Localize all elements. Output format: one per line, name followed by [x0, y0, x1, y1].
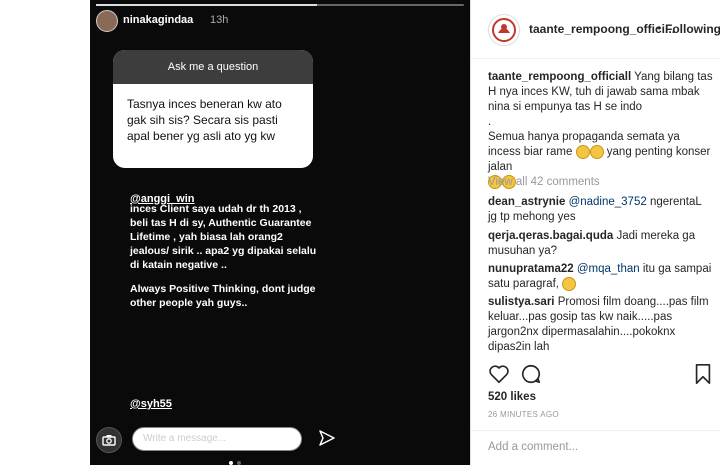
emoji-icon [575, 145, 590, 159]
comment-username[interactable]: qerja.qeras.bagai.quda [488, 230, 613, 242]
caption-username[interactable]: taante_rempoong_officiall [488, 71, 631, 83]
story-panel: ninakagindaa 13h Ask me a question Tasny… [90, 0, 470, 465]
comment: qerja.qeras.bagai.quda Jadi mereka ga mu… [488, 229, 713, 259]
likes-count[interactable]: 520 likes [488, 391, 536, 403]
post-header: taante_rempoong_offici... • Following [471, 0, 720, 59]
story-progress-bar [96, 4, 464, 6]
comment-icon[interactable] [520, 363, 542, 385]
comment-mention[interactable]: @mqa_than [577, 263, 640, 275]
story-avatar[interactable] [96, 10, 118, 32]
comment: dean_astrynie @nadine_3752 ngerentaL jg … [488, 195, 713, 225]
post-caption: taante_rempoong_officiall Yang bilang ta… [488, 70, 713, 190]
post-time: 26 MINUTES AGO [488, 410, 559, 419]
comment: sulistya.sari Promosi film doang....pas … [488, 295, 713, 355]
emoji-icon [562, 277, 577, 291]
camera-icon[interactable] [96, 427, 122, 453]
message-input[interactable] [132, 427, 302, 451]
comment-username[interactable]: nunupratama22 [488, 263, 574, 275]
view-all-comments[interactable]: View all 42 comments [488, 176, 600, 188]
following-button[interactable]: Following [665, 22, 720, 36]
story-footer [90, 425, 470, 455]
story-reply: inces Client saya udah dr th 2013 , beli… [130, 202, 320, 320]
comment: nunupratama22 @mqa_than itu ga sampai sa… [488, 262, 713, 292]
send-icon[interactable] [318, 429, 336, 452]
comment-divider [471, 430, 720, 431]
post-actions [488, 363, 713, 385]
reply-paragraph: Always Positive Thinking, dont judge oth… [130, 283, 316, 309]
story-time: 13h [210, 14, 229, 26]
account-name[interactable]: taante_rempoong_offici... [529, 22, 675, 36]
emoji-icon [589, 145, 604, 159]
add-comment-input[interactable]: Add a comment... [488, 441, 578, 453]
heart-icon[interactable] [488, 363, 510, 385]
comment-username[interactable]: dean_astrynie [488, 196, 565, 208]
question-header: Ask me a question [113, 50, 313, 84]
reply-paragraph: inces Client saya udah dr th 2013 , beli… [130, 203, 317, 271]
caption-dot: . [488, 116, 492, 128]
comment-username[interactable]: sulistya.sari [488, 296, 554, 308]
left-margin [0, 0, 90, 465]
bookmark-icon[interactable] [694, 363, 712, 385]
mention-bottom[interactable]: @syh55 [130, 398, 172, 410]
account-avatar[interactable] [488, 14, 520, 46]
story-pagination [227, 452, 243, 465]
post-panel: taante_rempoong_offici... • Following ta… [471, 0, 720, 465]
story-username[interactable]: ninakagindaa [123, 14, 193, 26]
comment-mention[interactable]: @nadine_3752 [569, 196, 647, 208]
header-separator: • [657, 21, 662, 35]
question-text: Tasnya inces beneran kw ato gak sih sis?… [127, 97, 282, 143]
question-card: Ask me a question Tasnya inces beneran k… [113, 50, 313, 168]
